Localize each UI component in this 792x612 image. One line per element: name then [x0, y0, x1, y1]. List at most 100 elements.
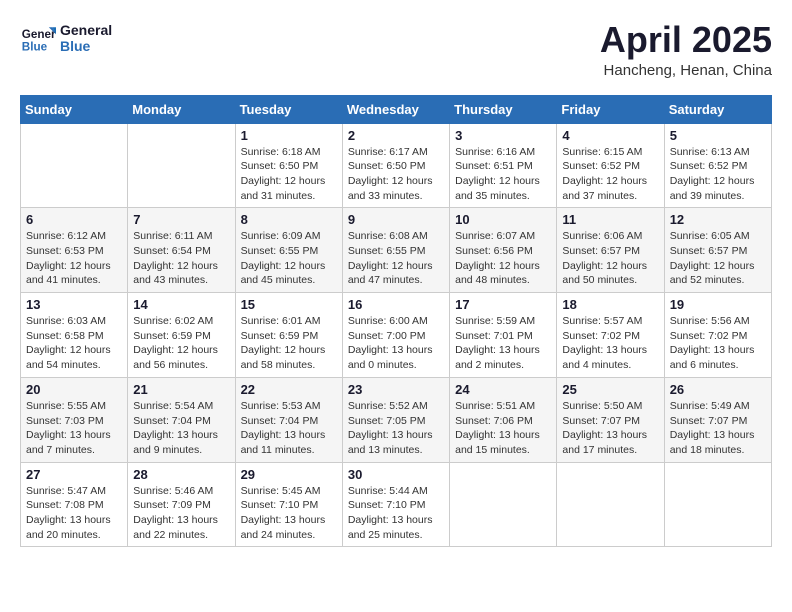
day-number: 26	[670, 382, 766, 397]
calendar: SundayMondayTuesdayWednesdayThursdayFrid…	[20, 95, 772, 548]
day-info-line: Daylight: 12 hours	[133, 343, 229, 358]
day-info-line: and 33 minutes.	[348, 189, 444, 204]
calendar-cell	[450, 462, 557, 547]
day-info-line: Sunset: 7:10 PM	[348, 498, 444, 513]
day-info-line: and 24 minutes.	[241, 528, 337, 543]
calendar-cell: 9Sunrise: 6:08 AMSunset: 6:55 PMDaylight…	[342, 208, 449, 293]
calendar-cell: 8 Sunrise: 6:09 AMSunset: 6:55 PMDaylight…	[235, 208, 342, 293]
day-info-line: Sunrise: 5:45 AM	[241, 484, 337, 499]
day-info-line: Sunset: 6:50 PM	[241, 159, 337, 174]
day-info-line: Daylight: 12 hours	[455, 259, 551, 274]
calendar-cell: 17Sunrise: 5:59 AMSunset: 7:01 PMDayligh…	[450, 293, 557, 378]
day-number: 8	[241, 212, 337, 227]
day-number: 28	[133, 467, 229, 482]
day-info-line: Sunset: 7:02 PM	[562, 329, 658, 344]
day-info-line: and 11 minutes.	[241, 443, 337, 458]
day-info-line: Daylight: 12 hours	[670, 259, 766, 274]
day-info-line: Daylight: 12 hours	[562, 174, 658, 189]
page-header: General Blue General Blue April 2025 Han…	[20, 20, 772, 79]
day-number: 17	[455, 297, 551, 312]
day-info-line: Sunrise: 5:52 AM	[348, 399, 444, 414]
day-number: 5	[670, 128, 766, 143]
day-number: 16	[348, 297, 444, 312]
calendar-cell	[557, 462, 664, 547]
calendar-cell: 30Sunrise: 5:44 AMSunset: 7:10 PMDayligh…	[342, 462, 449, 547]
day-info-line: Sunset: 7:08 PM	[26, 498, 122, 513]
day-number: 15	[241, 297, 337, 312]
day-info-line: Sunset: 7:10 PM	[241, 498, 337, 513]
day-info-line: Daylight: 12 hours	[562, 259, 658, 274]
day-info-line: Sunrise: 6:11 AM	[133, 229, 229, 244]
day-info-line: Sunset: 7:07 PM	[562, 414, 658, 429]
day-info-line: and 13 minutes.	[348, 443, 444, 458]
day-number: 20	[26, 382, 122, 397]
day-info-line: and 37 minutes.	[562, 189, 658, 204]
day-info-line: Daylight: 13 hours	[455, 343, 551, 358]
day-info-line: Daylight: 13 hours	[241, 428, 337, 443]
day-info-line: Sunset: 6:53 PM	[26, 244, 122, 259]
header-sunday: Sunday	[21, 95, 128, 123]
day-info-line: Sunset: 6:55 PM	[241, 244, 337, 259]
day-number: 4	[562, 128, 658, 143]
day-info-line: Daylight: 13 hours	[562, 343, 658, 358]
day-info-line: Daylight: 13 hours	[455, 428, 551, 443]
day-info-line: Sunset: 7:02 PM	[670, 329, 766, 344]
day-info-line: and 50 minutes.	[562, 273, 658, 288]
day-info-line: and 6 minutes.	[670, 358, 766, 373]
day-info-line: Sunrise: 6:08 AM	[348, 229, 444, 244]
day-number: 1	[241, 128, 337, 143]
calendar-cell: 1Sunrise: 6:18 AMSunset: 6:50 PMDaylight…	[235, 123, 342, 208]
day-number: 30	[348, 467, 444, 482]
title-block: April 2025 Hancheng, Henan, China	[600, 20, 772, 79]
day-info-line: and 2 minutes.	[455, 358, 551, 373]
day-info-line: Sunrise: 6:00 AM	[348, 314, 444, 329]
calendar-cell: 29Sunrise: 5:45 AMSunset: 7:10 PMDayligh…	[235, 462, 342, 547]
calendar-cell: 13Sunrise: 6:03 AMSunset: 6:58 PMDayligh…	[21, 293, 128, 378]
header-wednesday: Wednesday	[342, 95, 449, 123]
day-info-line: and 31 minutes.	[241, 189, 337, 204]
calendar-cell: 15Sunrise: 6:01 AMSunset: 6:59 PMDayligh…	[235, 293, 342, 378]
day-info-line: and 54 minutes.	[26, 358, 122, 373]
day-info-line: Sunrise: 5:55 AM	[26, 399, 122, 414]
calendar-cell: 16Sunrise: 6:00 AMSunset: 7:00 PMDayligh…	[342, 293, 449, 378]
day-info-line: and 25 minutes.	[348, 528, 444, 543]
day-info-line: and 18 minutes.	[670, 443, 766, 458]
calendar-cell: 6Sunrise: 6:12 AMSunset: 6:53 PMDaylight…	[21, 208, 128, 293]
day-info-line: Sunrise: 6:09 AM	[241, 229, 337, 244]
calendar-week-row: 13Sunrise: 6:03 AMSunset: 6:58 PMDayligh…	[21, 293, 772, 378]
day-info-line: Sunset: 6:56 PM	[455, 244, 551, 259]
day-number: 29	[241, 467, 337, 482]
day-info-line: and 39 minutes.	[670, 189, 766, 204]
day-info-line: Sunset: 6:59 PM	[241, 329, 337, 344]
svg-text:Blue: Blue	[22, 41, 48, 54]
day-info-line: Daylight: 13 hours	[670, 343, 766, 358]
day-info-line: and 22 minutes.	[133, 528, 229, 543]
day-info-line: Daylight: 13 hours	[670, 428, 766, 443]
day-info-line: and 0 minutes.	[348, 358, 444, 373]
day-info-line: and 35 minutes.	[455, 189, 551, 204]
day-number: 18	[562, 297, 658, 312]
day-info-line: Sunrise: 5:47 AM	[26, 484, 122, 499]
header-thursday: Thursday	[450, 95, 557, 123]
day-number: 27	[26, 467, 122, 482]
day-info-line: Daylight: 12 hours	[241, 259, 337, 274]
header-friday: Friday	[557, 95, 664, 123]
calendar-cell: 2Sunrise: 6:17 AMSunset: 6:50 PMDaylight…	[342, 123, 449, 208]
day-info-line: Daylight: 13 hours	[133, 513, 229, 528]
month-title: April 2025	[600, 20, 772, 60]
day-info-line: Daylight: 12 hours	[348, 259, 444, 274]
day-info-line: Sunset: 6:59 PM	[133, 329, 229, 344]
day-info-line: Sunset: 6:50 PM	[348, 159, 444, 174]
day-info-line: Daylight: 12 hours	[455, 174, 551, 189]
day-info-line: Daylight: 12 hours	[670, 174, 766, 189]
day-info-line: and 15 minutes.	[455, 443, 551, 458]
day-info-line: Sunset: 7:04 PM	[133, 414, 229, 429]
calendar-cell: 25Sunrise: 5:50 AMSunset: 7:07 PMDayligh…	[557, 377, 664, 462]
calendar-cell: 5Sunrise: 6:13 AMSunset: 6:52 PMDaylight…	[664, 123, 771, 208]
day-number: 13	[26, 297, 122, 312]
day-info-line: and 56 minutes.	[133, 358, 229, 373]
day-info-line: Sunrise: 5:46 AM	[133, 484, 229, 499]
calendar-week-row: 1Sunrise: 6:18 AMSunset: 6:50 PMDaylight…	[21, 123, 772, 208]
day-info-line: Sunrise: 5:57 AM	[562, 314, 658, 329]
day-number: 22	[241, 382, 337, 397]
